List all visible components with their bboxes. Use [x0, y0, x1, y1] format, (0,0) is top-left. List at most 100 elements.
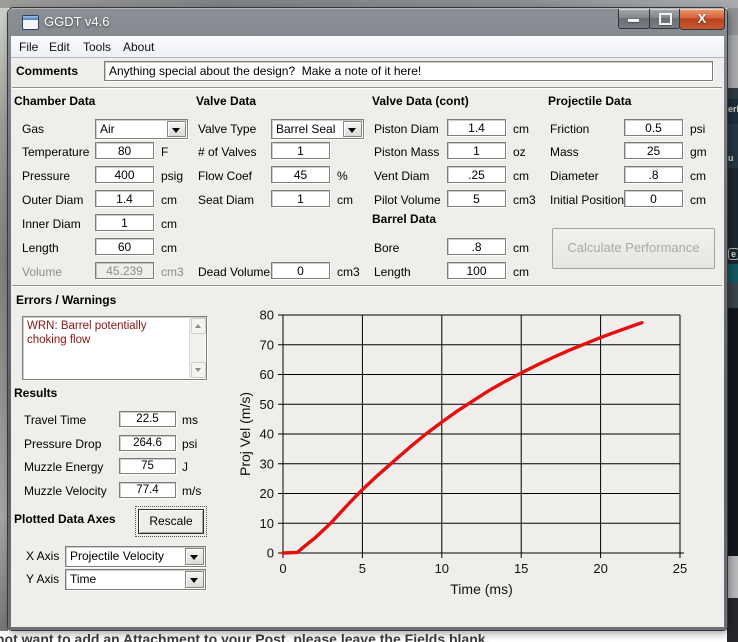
travel-time-output[interactable] [119, 411, 176, 427]
initial-position-input[interactable] [624, 190, 683, 207]
temperature-label: Temperature [22, 145, 89, 159]
errors-warnings-box[interactable]: WRN: Barrel potentially choking flow [22, 316, 207, 380]
chamber-length-input[interactable] [95, 238, 154, 255]
inner-diam-label: Inner Diam [22, 217, 81, 231]
svg-text:20: 20 [260, 486, 274, 501]
app-icon [22, 15, 39, 30]
piston-mass-input[interactable] [447, 142, 506, 159]
bore-input[interactable] [447, 238, 506, 255]
window-title: GGDT v4.6 [44, 14, 110, 29]
close-button[interactable]: X [679, 9, 725, 30]
svg-text:5: 5 [359, 561, 366, 576]
piston-mass-unit: oz [513, 145, 526, 159]
menu-file[interactable]: File [15, 39, 42, 55]
bore-label: Bore [374, 241, 399, 255]
comments-label: Comments [16, 64, 78, 78]
svg-text:40: 40 [260, 427, 274, 442]
svg-text:80: 80 [260, 308, 274, 323]
muzzle-energy-label: Muzzle Energy [24, 460, 103, 474]
seat-diam-input[interactable] [271, 190, 330, 207]
scrollbar[interactable] [189, 318, 205, 378]
dead-volume-unit: cm3 [337, 265, 360, 279]
minimize-icon [628, 19, 639, 22]
chevron-down-icon[interactable] [185, 548, 204, 565]
piston-diam-unit: cm [513, 122, 529, 136]
seat-diam-label: Seat Diam [198, 193, 254, 207]
flow-coef-label: Flow Coef [198, 169, 252, 183]
desktop-background-left [0, 8, 8, 642]
separator [12, 87, 722, 89]
chevron-down-icon[interactable] [343, 121, 362, 137]
diameter-input[interactable] [624, 166, 683, 183]
calculate-performance-button[interactable]: Calculate Performance [552, 228, 715, 269]
chevron-down-icon[interactable] [167, 121, 186, 137]
barrel-length-unit: cm [513, 265, 529, 279]
webpage-behind: not want to add an Attachment to your Po… [0, 631, 727, 642]
bg-band [727, 283, 738, 308]
travel-time-label: Travel Time [24, 413, 86, 427]
svg-text:20: 20 [593, 561, 607, 576]
dead-volume-input[interactable] [271, 262, 330, 279]
scroll-up-button[interactable] [191, 318, 206, 334]
volume-output [95, 262, 154, 279]
y-axis-select[interactable]: Time [65, 569, 206, 590]
menu-tools[interactable]: Tools [79, 39, 115, 55]
pressure-unit: psig [161, 169, 183, 183]
svg-text:0: 0 [279, 561, 286, 576]
pilot-volume-input[interactable] [447, 190, 506, 207]
muzzle-velocity-output[interactable] [119, 482, 176, 498]
outer-diam-input[interactable] [95, 190, 154, 207]
mass-input[interactable] [624, 142, 683, 159]
svg-text:15: 15 [514, 561, 528, 576]
diameter-label: Diameter [550, 169, 599, 183]
bg-band [727, 556, 738, 598]
piston-diam-input[interactable] [447, 119, 506, 136]
gas-select[interactable]: Air [95, 119, 188, 139]
outer-diam-label: Outer Diam [22, 193, 83, 207]
menu-edit[interactable]: Edit [45, 39, 74, 55]
inner-diam-input[interactable] [95, 214, 154, 231]
svg-text:10: 10 [435, 561, 449, 576]
flow-coef-input[interactable] [271, 166, 330, 183]
close-icon: X [680, 11, 724, 26]
scroll-down-button[interactable] [191, 362, 206, 378]
svg-text:Proj Vel (m/s): Proj Vel (m/s) [237, 392, 253, 476]
barrel-data-heading: Barrel Data [372, 212, 436, 226]
maximize-icon [659, 13, 672, 25]
valve-type-select[interactable]: Barrel Seal [271, 119, 364, 139]
menu-about[interactable]: About [119, 39, 158, 55]
svg-text:30: 30 [260, 456, 274, 471]
temperature-input[interactable] [95, 142, 154, 159]
pilot-volume-label: Pilot Volume [374, 193, 441, 207]
menu-bar: File Edit Tools About [11, 36, 724, 58]
minimize-button[interactable] [618, 9, 650, 29]
webpage-text: not want to add an Attachment to your Po… [0, 631, 489, 642]
bg-text-fragment: erl [728, 104, 738, 114]
svg-text:60: 60 [260, 367, 274, 382]
maximize-button[interactable] [649, 9, 680, 29]
outer-diam-unit: cm [161, 193, 177, 207]
bg-band [727, 264, 738, 283]
num-valves-input[interactable] [271, 142, 330, 159]
comments-input[interactable] [104, 61, 713, 81]
flow-coef-unit: % [337, 169, 348, 183]
pressure-drop-output[interactable] [119, 435, 176, 451]
separator [12, 285, 722, 287]
muzzle-energy-output[interactable] [119, 458, 176, 474]
pressure-input[interactable] [95, 166, 154, 183]
chamber-data-heading: Chamber Data [14, 94, 95, 108]
arrow-down-icon [195, 368, 201, 372]
x-axis-select[interactable]: Projectile Velocity [65, 546, 206, 567]
friction-input[interactable] [624, 119, 683, 136]
y-axis-label: Y Axis [26, 572, 59, 586]
svg-text:25: 25 [673, 561, 687, 576]
friction-unit: psi [690, 122, 705, 136]
barrel-length-input[interactable] [447, 262, 506, 279]
valve-type-label: Valve Type [198, 122, 256, 136]
seat-diam-unit: cm [337, 193, 353, 207]
rescale-button[interactable]: Rescale [138, 509, 204, 534]
valve-type-selected-value: Barrel Seal [276, 122, 335, 136]
y-axis-selected-value: Time [70, 572, 96, 586]
vent-diam-input[interactable] [447, 166, 506, 183]
chevron-down-icon[interactable] [185, 571, 204, 588]
